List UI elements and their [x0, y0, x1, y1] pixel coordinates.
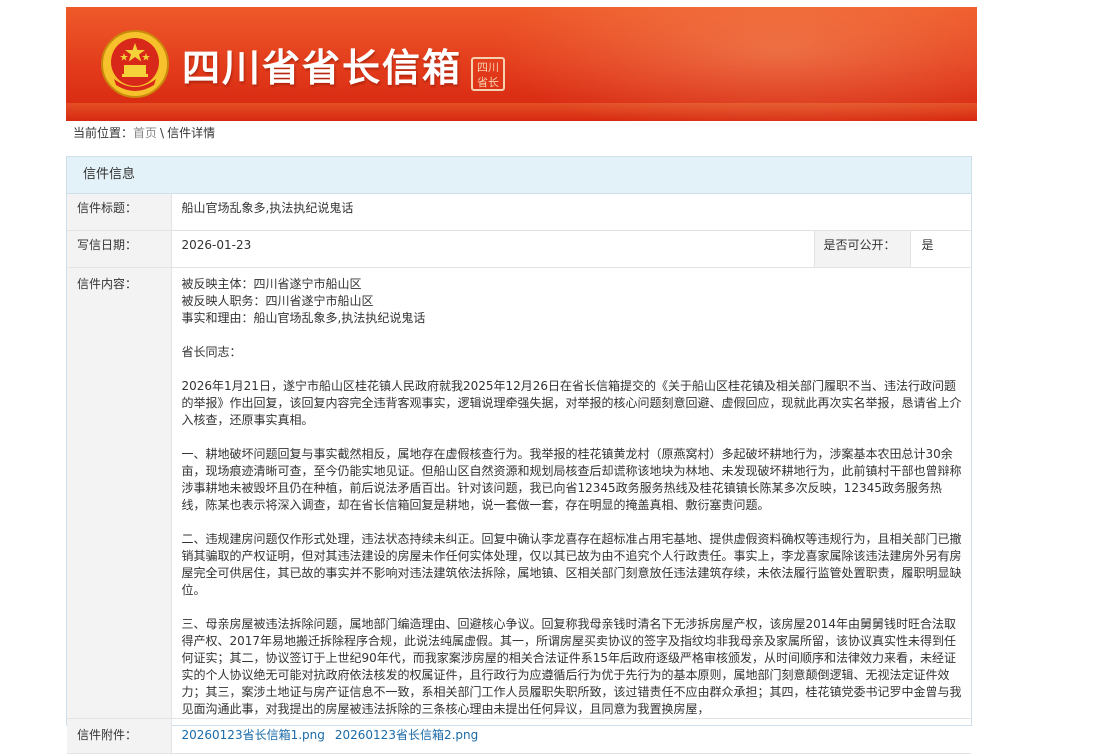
- date-value: 2026-01-23: [171, 230, 815, 268]
- title-row: 信件标题： 船山官场乱象多,执法执纪说鬼话: [67, 194, 971, 231]
- content-paragraph: 三、母亲房屋被违法拆除问题，属地部门编造理由、回避核心争议。回复称我母亲钱时清名…: [181, 617, 962, 716]
- seal-logo: 四川 省长: [471, 57, 505, 91]
- title-value: 船山官场乱象多,执法执纪说鬼话: [171, 194, 971, 231]
- letter-info-panel: 信件信息 信件标题： 船山官场乱象多,执法执纪说鬼话 写信日期： 2026-01…: [66, 156, 972, 754]
- attachment-row: 信件附件： 20260123省长信箱1.png 20260123省长信箱2.png: [67, 718, 971, 754]
- attachment-list: 20260123省长信箱1.png 20260123省长信箱2.png: [171, 718, 971, 754]
- site-title: 四川省省长信箱: [182, 46, 463, 90]
- header-banner: 四川省省长信箱 四川 省长: [66, 7, 977, 121]
- national-emblem-icon: [101, 30, 169, 98]
- content-reason: 事实和理由：船山官场乱象多,执法执纪说鬼话: [181, 311, 426, 325]
- public-value: 是: [910, 230, 971, 268]
- content-paragraph: 二、违规建房问题仅作形式处理，违法状态持续未纠正。回复中确认李龙喜存在超标准占用…: [181, 532, 962, 597]
- content-paragraph: 一、耕地破坏问题回复与事实截然相反，属地存在虚假核查行为。我举报的桂花镇黄龙村（…: [181, 447, 962, 512]
- date-row: 写信日期： 2026-01-23 是否可公开： 是: [67, 230, 971, 268]
- breadcrumb: 当前位置：首页 \ 信件详情: [73, 125, 215, 141]
- attachment-label: 信件附件：: [67, 718, 172, 754]
- content-label: 信件内容：: [67, 267, 172, 719]
- title-label: 信件标题：: [67, 194, 172, 231]
- content-paragraph: 2026年1月21日，遂宁市船山区桂花镇人民政府就我2025年12月26日在省长…: [181, 379, 962, 427]
- content-row: 信件内容： 被反映主体：四川省遂宁市船山区 被反映人职务：四川省遂宁市船山区 事…: [67, 267, 971, 719]
- breadcrumb-current: 信件详情: [167, 126, 216, 140]
- content-subject: 被反映主体：四川省遂宁市船山区: [181, 277, 362, 291]
- attachment-link-1[interactable]: 20260123省长信箱1.png: [182, 728, 325, 742]
- letter-info-table: 信件标题： 船山官场乱象多,执法执纪说鬼话 写信日期： 2026-01-23 是…: [67, 194, 971, 754]
- attachment-link-2[interactable]: 20260123省长信箱2.png: [335, 728, 478, 742]
- date-label: 写信日期：: [67, 230, 172, 268]
- panel-heading: 信件信息: [67, 157, 971, 194]
- content-greeting: 省长同志：: [181, 345, 242, 359]
- content-position: 被反映人职务：四川省遂宁市船山区: [181, 294, 374, 308]
- banner-stripe: [66, 103, 977, 121]
- letter-content: 被反映主体：四川省遂宁市船山区 被反映人职务：四川省遂宁市船山区 事实和理由：船…: [171, 267, 971, 719]
- breadcrumb-home-link[interactable]: 首页: [133, 126, 157, 140]
- breadcrumb-separator: \: [160, 126, 165, 140]
- public-label: 是否可公开：: [814, 230, 912, 268]
- breadcrumb-prefix: 当前位置：: [73, 126, 134, 140]
